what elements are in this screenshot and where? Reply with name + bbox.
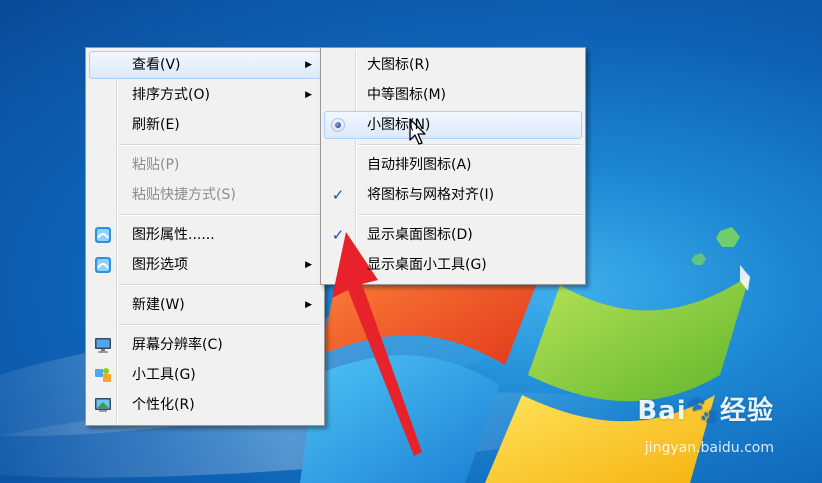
menu-item-graphics-options[interactable]: 图形选项 ▶ <box>86 250 324 280</box>
menu-item-screen-resolution[interactable]: 屏幕分辨率(C) <box>86 330 324 360</box>
monitor-icon <box>95 338 111 353</box>
submenu-arrow-icon: ▶ <box>305 260 312 270</box>
menu-item-label: 查看(V) <box>132 57 181 73</box>
checkmark-icon: ✓ <box>331 186 345 204</box>
menu-item-view[interactable]: 查看(V) ▶ <box>86 50 324 80</box>
watermark-url: jingyan.baidu.com <box>644 440 774 456</box>
menu-separator <box>119 144 321 146</box>
menu-item-label: 将图标与网格对齐(I) <box>367 187 495 203</box>
baidu-watermark: Bai🐾经验 <box>637 390 774 427</box>
menu-item-sort[interactable]: 排序方式(O) ▶ <box>86 80 324 110</box>
menu-item-label: 显示桌面图标(D) <box>367 227 473 243</box>
menu-item-refresh[interactable]: 刷新(E) <box>86 110 324 140</box>
menu-item-new[interactable]: 新建(W) ▶ <box>86 290 324 320</box>
watermark-brand-2: 经验 <box>719 396 774 426</box>
submenu-arrow-icon: ▶ <box>305 300 312 310</box>
desktop-context-menu: 查看(V) ▶ 排序方式(O) ▶ 刷新(E) 粘贴(P) 粘贴快捷方式(S) … <box>85 47 325 426</box>
submenu-arrow-icon: ▶ <box>305 60 312 70</box>
radio-selected-icon <box>331 118 345 132</box>
menu-item-label: 粘贴(P) <box>132 157 180 173</box>
menu-item-label: 图形属性...... <box>132 227 215 243</box>
menu-item-align-to-grid[interactable]: ✓ 将图标与网格对齐(I) <box>321 180 585 210</box>
menu-item-label: 小工具(G) <box>132 367 196 383</box>
paw-icon: 🐾 <box>686 396 720 426</box>
menu-item-label: 个性化(R) <box>132 397 195 413</box>
watermark-brand: Bai <box>637 396 687 426</box>
menu-item-auto-arrange[interactable]: 自动排列图标(A) <box>321 150 585 180</box>
menu-item-gadgets[interactable]: 小工具(G) <box>86 360 324 390</box>
menu-separator <box>119 324 321 326</box>
menu-item-label: 小图标(N) <box>367 117 431 133</box>
menu-item-label: 显示桌面小工具(G) <box>367 257 487 273</box>
menu-separator <box>358 144 582 146</box>
menu-item-label: 屏幕分辨率(C) <box>132 337 223 353</box>
menu-item-personalize[interactable]: 个性化(R) <box>86 390 324 420</box>
menu-item-label: 排序方式(O) <box>132 87 210 103</box>
checkmark-icon: ✓ <box>331 226 345 244</box>
menu-item-label: 刷新(E) <box>132 117 180 133</box>
gadgets-icon <box>95 368 111 382</box>
menu-item-label: 图形选项 <box>132 257 188 273</box>
menu-separator <box>119 284 321 286</box>
graphics-icon <box>95 227 111 243</box>
menu-item-graphics-properties[interactable]: 图形属性...... <box>86 220 324 250</box>
menu-item-label: 大图标(R) <box>367 57 430 73</box>
menu-item-paste-shortcut: 粘贴快捷方式(S) <box>86 180 324 210</box>
menu-item-medium-icons[interactable]: 中等图标(M) <box>321 80 585 110</box>
menu-item-label: 新建(W) <box>132 297 185 313</box>
menu-item-paste: 粘贴(P) <box>86 150 324 180</box>
personalize-icon <box>95 398 111 412</box>
menu-separator <box>119 214 321 216</box>
menu-item-large-icons[interactable]: 大图标(R) <box>321 50 585 80</box>
graphics-icon <box>95 257 111 273</box>
menu-item-label: 中等图标(M) <box>367 87 447 103</box>
menu-item-small-icons[interactable]: 小图标(N) <box>321 110 585 140</box>
menu-item-label: 自动排列图标(A) <box>367 157 472 173</box>
submenu-arrow-icon: ▶ <box>305 90 312 100</box>
menu-separator <box>358 214 582 216</box>
menu-item-label: 粘贴快捷方式(S) <box>132 187 236 203</box>
